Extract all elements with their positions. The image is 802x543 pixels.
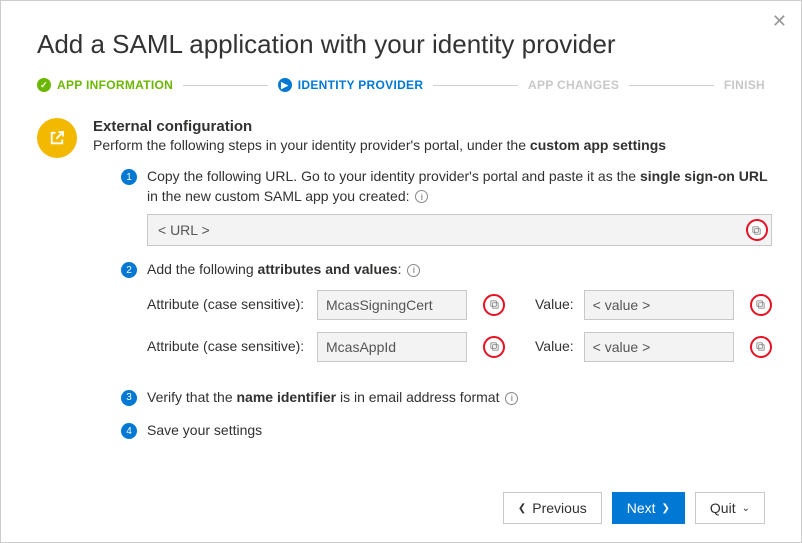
saml-wizard-dialog: ✕ Add a SAML application with your ident… (0, 0, 802, 543)
external-link-icon (37, 118, 77, 158)
step-number-1: 1 (121, 169, 137, 185)
copy-value-button-2[interactable] (750, 336, 772, 358)
checkmark-icon: ✓ (37, 78, 51, 92)
step-identity-provider[interactable]: ▶ IDENTITY PROVIDER (278, 78, 424, 92)
close-icon[interactable]: ✕ (772, 11, 787, 32)
step-number-3: 3 (121, 390, 137, 406)
info-icon[interactable]: i (505, 392, 518, 405)
previous-button[interactable]: ❮ Previous (503, 492, 602, 524)
copy-icon (489, 341, 500, 352)
step-finish: FINISH (724, 78, 765, 92)
sso-url-field (147, 214, 772, 246)
info-icon[interactable]: i (407, 264, 420, 277)
copy-value-button-1[interactable] (750, 294, 772, 316)
chevron-right-icon: ❯ (662, 503, 670, 514)
step-app-information[interactable]: ✓ APP INFORMATION (37, 78, 173, 92)
instruction-step-2: 2 Add the following attributes and value… (121, 260, 772, 374)
step-label: IDENTITY PROVIDER (298, 78, 424, 92)
step-app-changes: APP CHANGES (528, 78, 619, 92)
copy-attribute-button-2[interactable] (483, 336, 505, 358)
step-number-2: 2 (121, 262, 137, 278)
value-label: Value: (535, 295, 574, 315)
copy-attribute-button-1[interactable] (483, 294, 505, 316)
external-configuration-section: External configuration Perform the follo… (37, 116, 765, 455)
copy-url-button[interactable] (746, 219, 768, 241)
value-input-2[interactable] (584, 332, 734, 362)
active-step-icon: ▶ (278, 78, 292, 92)
copy-icon (755, 299, 766, 310)
step-connector (183, 85, 268, 86)
instruction-step-3: 3 Verify that the name identifier is in … (121, 388, 772, 408)
value-label: Value: (535, 337, 574, 357)
copy-icon (489, 299, 500, 310)
copy-icon (751, 225, 762, 236)
info-icon[interactable]: i (415, 190, 428, 203)
attribute-label: Attribute (case sensitive): (147, 295, 307, 315)
attribute-row-2: Attribute (case sensitive): Value: (147, 332, 772, 362)
chevron-down-icon: ⌄ (742, 503, 750, 514)
wizard-stepper: ✓ APP INFORMATION ▶ IDENTITY PROVIDER AP… (37, 78, 765, 92)
next-button[interactable]: Next ❯ (612, 492, 685, 524)
attribute-label: Attribute (case sensitive): (147, 337, 307, 357)
step-label: APP INFORMATION (57, 78, 173, 92)
sso-url-input[interactable] (147, 214, 772, 246)
step-number-4: 4 (121, 423, 137, 439)
quit-button[interactable]: Quit ⌄ (695, 492, 765, 524)
attribute-row-1: Attribute (case sensitive): Value: (147, 290, 772, 320)
step-label: FINISH (724, 78, 765, 92)
step-connector (433, 85, 518, 86)
section-description: Perform the following steps in your iden… (93, 137, 772, 153)
copy-icon (755, 341, 766, 352)
step-label: APP CHANGES (528, 78, 619, 92)
attribute-input-2[interactable] (317, 332, 467, 362)
attribute-input-1[interactable] (317, 290, 467, 320)
step-connector (629, 85, 714, 86)
dialog-title: Add a SAML application with your identit… (37, 29, 765, 60)
chevron-left-icon: ❮ (518, 503, 526, 514)
instruction-step-1: 1 Copy the following URL. Go to your ide… (121, 167, 772, 246)
section-title: External configuration (93, 118, 772, 135)
value-input-1[interactable] (584, 290, 734, 320)
instruction-step-4: 4 Save your settings (121, 421, 772, 441)
wizard-footer: ❮ Previous Next ❯ Quit ⌄ (503, 492, 765, 524)
